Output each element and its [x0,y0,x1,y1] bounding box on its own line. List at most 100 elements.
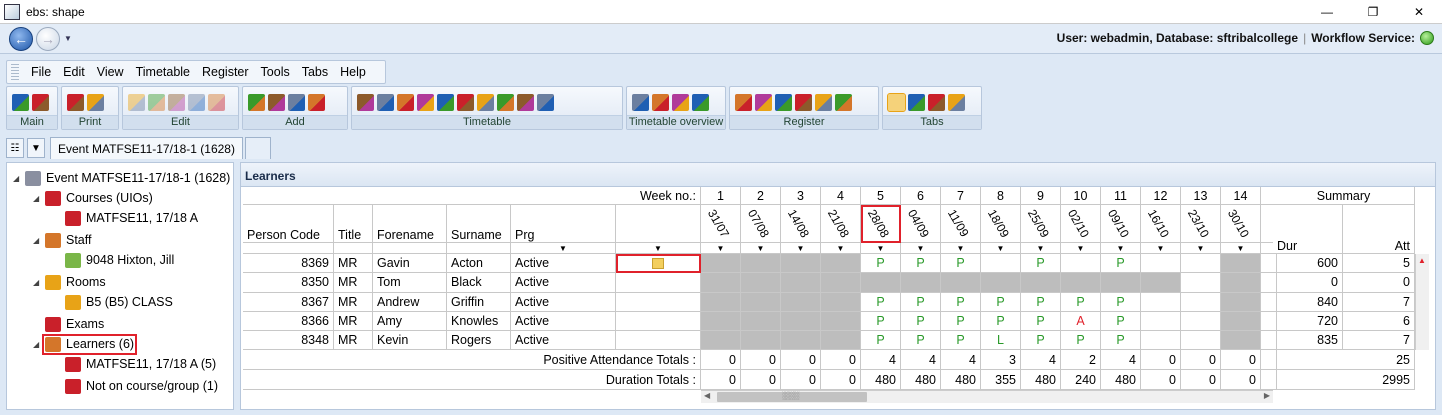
menu-help[interactable]: Help [340,65,366,79]
copy-icon[interactable] [127,94,145,111]
register-course-icon[interactable] [774,94,792,111]
tree-node[interactable]: MATFSE11, 17/18 A [53,209,198,227]
attendance-mark[interactable]: P [1061,331,1101,351]
attendance-mark[interactable]: P [1101,292,1141,312]
table-cell[interactable]: Andrew [373,292,447,312]
attendance-mark[interactable]: L [981,331,1021,351]
week-date-header[interactable]: 21/08 [821,205,861,243]
table-cell[interactable]: Kevin [373,331,447,351]
tab-single-icon[interactable] [886,93,906,112]
filter-arrow-icon[interactable]: ▼ [1221,243,1261,254]
scroll-thumb[interactable]: ░░░ [717,391,867,402]
tab-horizontal-icon[interactable] [907,94,925,111]
attendance-mark[interactable]: P [901,331,941,351]
column-header[interactable]: Title [334,205,373,243]
course-timetable-icon[interactable] [396,94,414,111]
attendance-mark[interactable]: P [861,254,901,274]
tree-node[interactable]: MATFSE11, 17/18 A (5) [53,355,216,373]
overview-split-icon[interactable] [691,94,709,111]
column-header[interactable]: Forename [373,205,447,243]
refresh-icon[interactable] [31,94,49,111]
table-cell[interactable]: Active [511,292,616,312]
table-cell[interactable]: MR [334,292,373,312]
save-icon[interactable] [11,94,29,111]
attendance-mark[interactable]: P [1021,311,1061,332]
menu-tabs[interactable]: Tabs [302,65,328,79]
attendance-mark[interactable] [1181,254,1221,274]
delete-icon[interactable] [187,94,205,111]
print-preview-icon[interactable] [86,94,104,111]
attendance-mark[interactable] [1181,311,1221,332]
tab-dropdown-icon[interactable]: ▼ [27,138,45,158]
table-cell[interactable]: Acton [447,254,511,274]
week-grid-icon[interactable] [516,94,534,111]
workflow-status-icon[interactable] [1420,31,1434,45]
tree-node[interactable]: ◢ Staff [33,231,91,249]
column-header[interactable]: Surname [447,205,511,243]
grid-timetable-icon[interactable] [496,94,514,111]
table-cell[interactable]: 8369 [243,254,334,274]
attendance-mark[interactable]: P [941,254,981,274]
scroll-right-icon[interactable]: ▶ [1264,391,1270,400]
menu-file[interactable]: File [31,65,51,79]
week-date-header[interactable]: 16/10 [1141,205,1181,243]
table-cell[interactable]: Active [511,331,616,351]
overview-course-icon[interactable] [631,94,649,111]
tree-node[interactable]: ◢ Event MATFSE11-17/18-1 (1628) [13,169,230,187]
attendance-mark[interactable]: P [981,292,1021,312]
filter-arrow-icon[interactable]: ▼ [821,243,861,254]
expand-arrow-icon[interactable]: ◢ [33,340,45,349]
attendance-mark[interactable] [1141,254,1181,274]
vertical-scrollbar[interactable]: ▲ [1415,254,1429,350]
filter-arrow-icon[interactable]: ▼ [981,243,1021,254]
table-cell[interactable]: MR [334,254,373,274]
filter-arrow-icon[interactable]: ▼ [1101,243,1141,254]
undo-icon[interactable] [167,94,185,111]
tab-list-icon[interactable]: ☷ [6,138,24,158]
week-date-header[interactable]: 02/10 [1061,205,1101,243]
table-cell[interactable]: Amy [373,311,447,332]
staff-timetable-icon[interactable] [356,94,374,111]
table-cell[interactable]: 8348 [243,331,334,351]
attendance-mark[interactable]: P [941,311,981,332]
attendance-mark[interactable]: P [901,254,941,274]
table-cell[interactable]: Rogers [447,331,511,351]
tree-node[interactable]: B5 (B5) CLASS [53,293,173,311]
table-cell[interactable]: Active [511,254,616,274]
tab-new[interactable] [244,137,271,159]
table-cell[interactable]: Active [511,273,616,293]
filter-arrow-icon[interactable]: ▼ [941,243,981,254]
overview-room-icon[interactable] [671,94,689,111]
filter-arrow-icon[interactable]: ▼ [861,243,901,254]
grip-icon[interactable] [11,64,19,80]
add-staff-icon[interactable] [267,94,285,111]
filter-arrow-icon[interactable]: ▼ [781,243,821,254]
tree-node[interactable]: ◢ Courses (UIOs) [33,189,153,207]
register-event-icon[interactable] [754,94,772,111]
table-cell[interactable]: Knowles [447,311,511,332]
attendance-mark[interactable] [1061,254,1101,274]
attendance-mark[interactable]: A [1061,311,1101,332]
scroll-left-icon[interactable]: ◀ [704,391,710,400]
filter-arrow-icon[interactable]: ▼ [616,243,701,254]
attendance-mark[interactable] [1141,331,1181,351]
menu-tools[interactable]: Tools [261,65,290,79]
table-cell[interactable]: 8367 [243,292,334,312]
week-date-header[interactable]: 28/08 [861,205,901,243]
tree-node[interactable]: 9048 Hixton, Jill [53,251,174,269]
menu-timetable[interactable]: Timetable [136,65,190,79]
table-cell[interactable]: Gavin [373,254,447,274]
menu-edit[interactable]: Edit [63,65,85,79]
menu-view[interactable]: View [97,65,124,79]
attendance-mark[interactable] [981,254,1021,274]
filter-arrow-icon[interactable]: ▼ [701,243,741,254]
row-extra-cell[interactable] [616,331,701,351]
attendance-mark[interactable]: P [861,292,901,312]
attendance-mark[interactable]: P [981,311,1021,332]
tree-node[interactable]: Not on course/group (1) [53,377,218,395]
filter-arrow-icon[interactable]: ▼ [511,243,616,254]
attendance-mark[interactable]: P [1101,331,1141,351]
attendance-mark[interactable]: P [1021,254,1061,274]
attendance-mark[interactable] [1181,273,1221,293]
table-cell[interactable]: 8366 [243,311,334,332]
